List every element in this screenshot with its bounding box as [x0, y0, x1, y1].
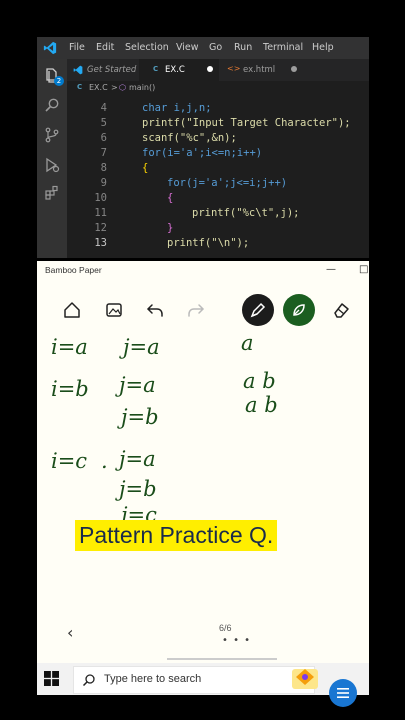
- line-number-current: 13: [94, 237, 107, 249]
- line-number: 5: [100, 117, 107, 129]
- line-number: 9: [100, 177, 107, 189]
- breadcrumb-symbol[interactable]: main(): [129, 83, 155, 92]
- menu-run[interactable]: Run: [234, 42, 252, 53]
- eraser-icon[interactable]: [330, 299, 352, 321]
- line-number: 10: [94, 192, 107, 204]
- code-line: scanf("%c",&n);: [142, 132, 237, 144]
- image-icon[interactable]: [103, 299, 125, 321]
- home-icon[interactable]: [61, 299, 83, 321]
- handwritten-text: a b: [245, 393, 278, 417]
- windows-taskbar: Type here to search: [37, 663, 369, 695]
- activity-bar: 2: [37, 59, 67, 258]
- code-line: printf("\n");: [167, 237, 250, 249]
- line-number: 12: [94, 222, 107, 234]
- maximize-button[interactable]: □: [359, 264, 368, 275]
- bamboo-paper-window: Bamboo Paper — □ i=a j=a a i=b j=a j=b a…: [37, 261, 369, 663]
- pen-tool-button[interactable]: [242, 294, 274, 326]
- minimize-button[interactable]: —: [326, 264, 336, 275]
- handwritten-text: i=a: [51, 335, 88, 359]
- brush-icon: [293, 304, 305, 316]
- pen-icon: [250, 302, 266, 318]
- code-line: printf("%c\t",j);: [192, 207, 300, 219]
- code-line: {: [167, 192, 174, 204]
- undo-icon[interactable]: [144, 299, 166, 321]
- line-number: 11: [94, 207, 107, 219]
- handwritten-text: i=b: [51, 377, 89, 401]
- menu-file[interactable]: File: [69, 42, 85, 53]
- line-number: 4: [100, 102, 107, 114]
- windows-start-icon[interactable]: [44, 671, 59, 686]
- app-title: Bamboo Paper: [45, 265, 102, 275]
- handwritten-text: .: [101, 449, 108, 473]
- more-options-icon[interactable]: • • •: [222, 635, 251, 646]
- tab-get-started[interactable]: Get Started: [67, 59, 139, 81]
- page-scroll-bar[interactable]: [167, 658, 277, 660]
- menu-go[interactable]: Go: [209, 42, 222, 53]
- vscode-logo-icon: [43, 41, 57, 55]
- function-symbol-icon: ⬡: [119, 83, 126, 92]
- code-line: {: [142, 162, 149, 174]
- video-caption: Pattern Practice Q.: [75, 520, 278, 551]
- code-line: for(i='a';i<=n;i++): [142, 147, 263, 159]
- taskbar-app-icon[interactable]: [290, 665, 320, 693]
- code-editor[interactable]: 4 5 6 7 8 9 10 11 12 13 char i,j,n; prin…: [67, 95, 369, 258]
- explorer-badge: 2: [54, 76, 64, 86]
- handwritten-text: j=a: [123, 335, 160, 359]
- menu-help[interactable]: Help: [312, 42, 334, 53]
- drawing-canvas[interactable]: i=a j=a a i=b j=a j=b a b a b i=c . j=a …: [37, 331, 369, 621]
- back-arrow-icon[interactable]: ‹: [67, 623, 73, 642]
- tab-label: ex.html: [243, 65, 276, 75]
- breadcrumb: C EX.C > ⬡ main(): [67, 81, 369, 95]
- search-icon: [82, 674, 95, 687]
- floating-menu-button[interactable]: [329, 679, 357, 707]
- handwritten-text: i=c: [51, 449, 88, 473]
- line-number: 7: [100, 147, 107, 159]
- source-control-icon[interactable]: [44, 127, 60, 143]
- brush-tool-button[interactable]: [283, 294, 315, 326]
- html-file-icon: <>: [227, 64, 241, 73]
- extensions-icon[interactable]: [44, 185, 60, 201]
- handwritten-text: j=a: [119, 447, 156, 471]
- unsaved-dot-icon[interactable]: [207, 66, 213, 72]
- search-icon[interactable]: [44, 97, 60, 113]
- menu-edit[interactable]: Edit: [96, 42, 114, 53]
- handwritten-text: j=b: [121, 405, 159, 429]
- menu-bar: File Edit Selection View Go Run Terminal…: [37, 37, 369, 59]
- hamburger-icon: [337, 688, 349, 698]
- breadcrumb-file[interactable]: EX.C: [89, 83, 108, 92]
- handwritten-text: a: [241, 331, 254, 355]
- menu-selection[interactable]: Selection: [125, 42, 169, 53]
- editor-tabs: Get Started C EX.C <> ex.html: [67, 59, 369, 81]
- code-line: printf("Input Target Character");: [142, 117, 351, 129]
- tab-label: Get Started: [87, 65, 137, 75]
- line-number: 6: [100, 132, 107, 144]
- handwritten-text: j=a: [119, 373, 156, 397]
- search-placeholder: Type here to search: [104, 673, 202, 685]
- page-indicator: 6/6: [219, 623, 232, 633]
- handwritten-text: j=b: [119, 477, 157, 501]
- taskbar-search-box[interactable]: Type here to search: [73, 666, 315, 694]
- c-file-icon: C: [153, 65, 159, 73]
- unsaved-dot-icon[interactable]: [291, 66, 297, 72]
- code-line: }: [167, 222, 174, 234]
- vscode-tab-icon: [73, 65, 83, 75]
- tab-ex-c[interactable]: C EX.C: [139, 59, 219, 81]
- menu-view[interactable]: View: [176, 42, 199, 53]
- redo-icon[interactable]: [185, 299, 207, 321]
- code-line: for(j='a';j<=i;j++): [167, 177, 288, 189]
- c-file-icon: C: [77, 83, 83, 91]
- run-debug-icon[interactable]: [44, 157, 60, 173]
- handwritten-text: a b: [243, 369, 276, 393]
- vscode-window: File Edit Selection View Go Run Terminal…: [37, 37, 369, 258]
- code-line: char i,j,n;: [142, 102, 212, 114]
- menu-terminal[interactable]: Terminal: [263, 42, 303, 53]
- breadcrumb-separator: >: [111, 83, 118, 92]
- tab-ex-html[interactable]: <> ex.html: [219, 59, 299, 81]
- line-number: 8: [100, 162, 107, 174]
- tab-label: EX.C: [165, 65, 185, 75]
